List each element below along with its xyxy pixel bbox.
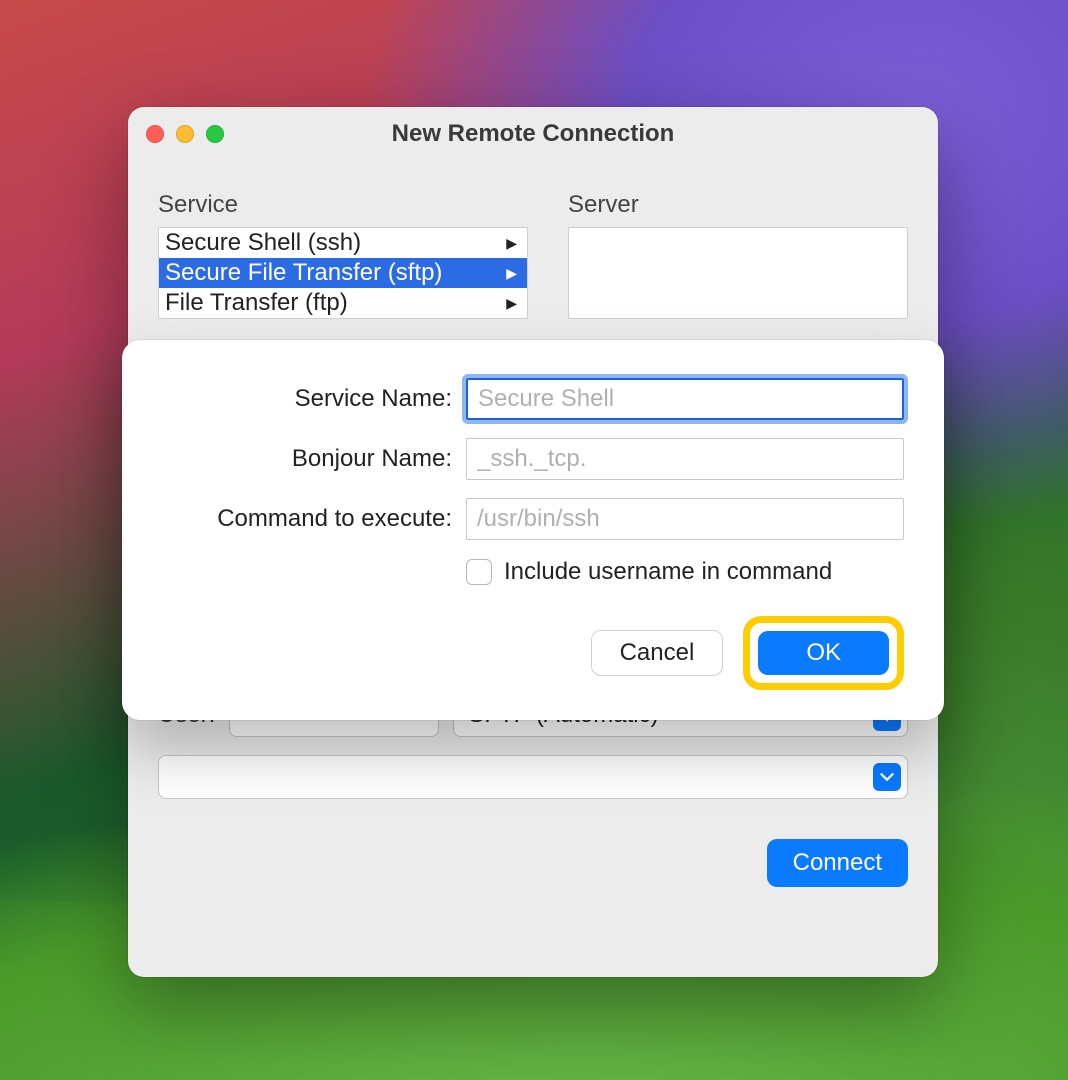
close-icon[interactable] [146, 125, 164, 143]
server-list[interactable] [568, 227, 908, 319]
chevron-down-icon [873, 763, 901, 791]
titlebar: New Remote Connection [128, 107, 938, 161]
include-username-checkbox[interactable] [466, 559, 492, 585]
service-item-ftp[interactable]: File Transfer (ftp) ▶ [159, 288, 527, 318]
command-label: Command to execute: [162, 505, 452, 533]
command-input[interactable] [466, 498, 904, 540]
window-controls [146, 125, 224, 143]
minimize-icon[interactable] [176, 125, 194, 143]
window-title: New Remote Connection [128, 120, 938, 148]
bonjour-name-input[interactable] [466, 438, 904, 480]
service-item-label: Secure Shell (ssh) [165, 229, 361, 257]
include-username-label: Include username in command [504, 558, 832, 586]
bonjour-name-label: Bonjour Name: [162, 445, 452, 473]
zoom-icon[interactable] [206, 125, 224, 143]
service-item-label: File Transfer (ftp) [165, 289, 348, 317]
service-name-input[interactable] [466, 378, 904, 420]
server-heading: Server [568, 191, 908, 219]
chevron-right-icon: ▶ [506, 235, 517, 252]
service-item-sftp[interactable]: Secure File Transfer (sftp) ▶ [159, 258, 527, 288]
ok-button[interactable]: OK [758, 631, 889, 675]
chevron-right-icon: ▶ [506, 265, 517, 282]
service-name-label: Service Name: [162, 385, 452, 413]
chevron-right-icon: ▶ [506, 295, 517, 312]
service-item-label: Secure File Transfer (sftp) [165, 259, 442, 287]
ok-highlight: OK [743, 616, 904, 690]
cancel-button[interactable]: Cancel [591, 630, 724, 676]
service-list[interactable]: Secure Shell (ssh) ▶ Secure File Transfe… [158, 227, 528, 319]
service-sheet: Service Name: Bonjour Name: Command to e… [122, 340, 944, 720]
service-item-ssh[interactable]: Secure Shell (ssh) ▶ [159, 228, 527, 258]
connection-combo[interactable] [158, 755, 908, 799]
service-heading: Service [158, 191, 528, 219]
connect-button[interactable]: Connect [767, 839, 908, 887]
